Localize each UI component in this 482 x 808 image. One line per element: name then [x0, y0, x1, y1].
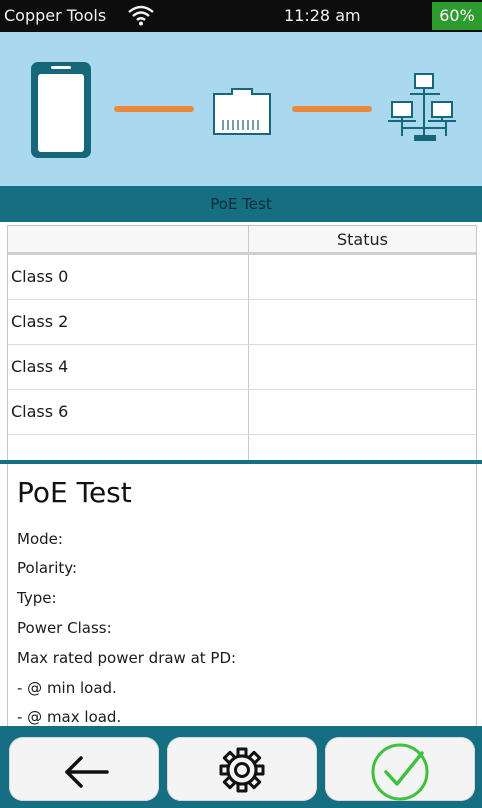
gear-icon: [219, 747, 265, 793]
mode-label: Mode:: [17, 530, 63, 548]
app-title: Copper Tools: [4, 6, 107, 25]
settings-button[interactable]: [167, 737, 317, 801]
max-rated-power-label: Max rated power draw at PD:: [17, 649, 237, 667]
status-bar: Copper Tools 11:28 am 60%: [0, 0, 482, 32]
min-load-label: - @ min load.: [17, 679, 117, 697]
table-row[interactable]: Class 6: [8, 390, 476, 435]
link-line-left: [114, 106, 194, 112]
network-devices-icon: [388, 73, 456, 141]
column-divider: [248, 345, 249, 389]
table-empty-row: [8, 435, 476, 463]
poe-test-screen: Copper Tools 11:28 am 60% PoE Test Statu…: [0, 0, 482, 808]
row-label-class-4: Class 4: [11, 357, 69, 376]
row-label-class-6: Class 6: [11, 402, 69, 421]
row-label-class-0: Class 0: [11, 267, 69, 286]
connection-diagram: [0, 32, 482, 186]
section-title: PoE Test: [0, 186, 482, 222]
power-class-label: Power Class:: [17, 619, 112, 637]
row-label-class-2: Class 2: [11, 312, 69, 331]
column-divider: [248, 255, 249, 299]
rj45-port-icon: [213, 88, 271, 135]
back-arrow-icon: [65, 756, 109, 788]
column-divider: [248, 390, 249, 434]
table-header: Status: [8, 225, 476, 255]
check-circle-icon: [371, 743, 429, 801]
wifi-icon: [128, 5, 154, 26]
column-divider: [248, 300, 249, 344]
details-panel: PoE Test Mode: Polarity: Type: Power Cla…: [7, 464, 477, 726]
type-label: Type:: [17, 589, 57, 607]
table-row[interactable]: Class 2: [8, 300, 476, 345]
back-button[interactable]: [9, 737, 159, 801]
link-line-right: [292, 106, 372, 112]
tester-device-icon: [31, 62, 91, 158]
details-title: PoE Test: [17, 476, 132, 509]
status-column-header: Status: [337, 230, 388, 249]
column-divider: [248, 435, 249, 463]
table-row[interactable]: Class 4: [8, 345, 476, 390]
polarity-label: Polarity:: [17, 559, 78, 577]
clock: 11:28 am: [284, 6, 361, 25]
battery-indicator: 60%: [432, 2, 482, 30]
max-load-label: - @ max load.: [17, 708, 122, 726]
bottom-button-bar: [0, 726, 482, 808]
confirm-button[interactable]: [325, 737, 475, 801]
results-table: Status Class 0 Class 2 Class 4 Class 6: [7, 225, 477, 463]
table-row[interactable]: Class 0: [8, 255, 476, 300]
